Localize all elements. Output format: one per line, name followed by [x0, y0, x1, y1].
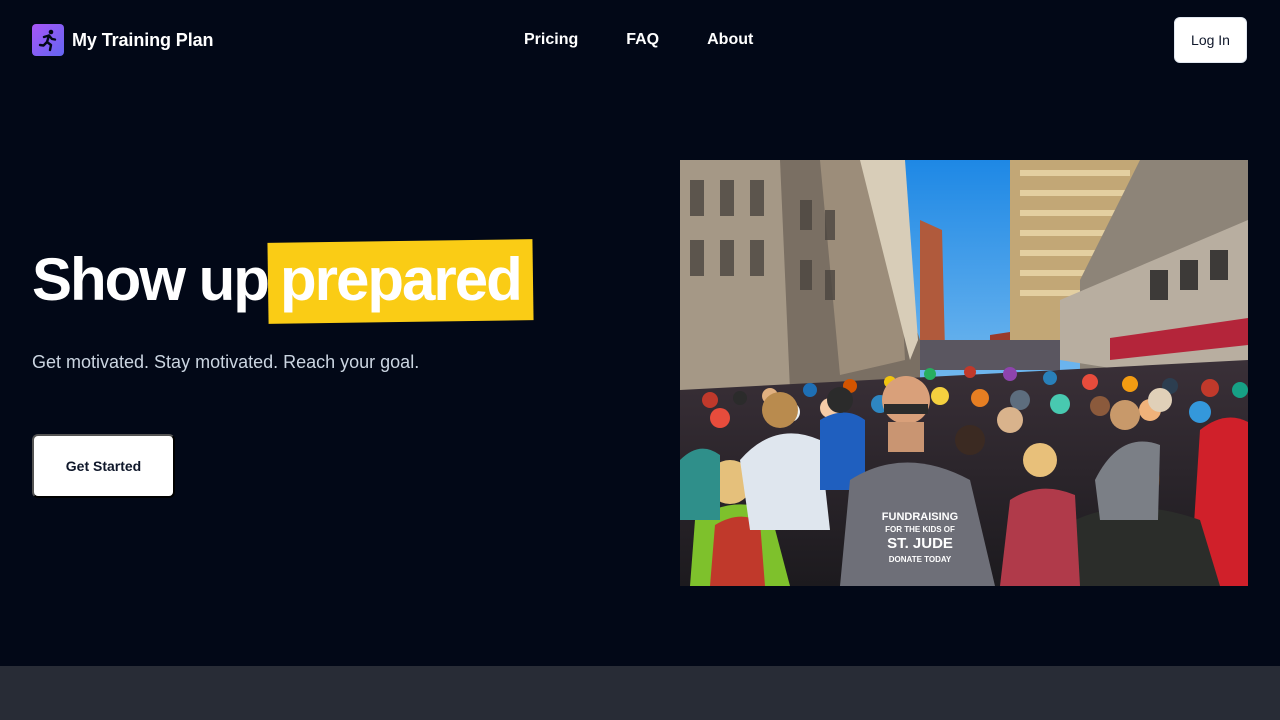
svg-text:FUNDRAISING: FUNDRAISING — [882, 511, 958, 523]
nav-link-pricing[interactable]: Pricing — [524, 30, 578, 50]
login-button[interactable]: Log In — [1174, 17, 1247, 63]
nav-link-faq[interactable]: FAQ — [626, 30, 659, 50]
hero-title-highlight-text: prepared — [279, 246, 523, 313]
hero-title-highlight: prepared — [267, 239, 534, 324]
site-header: My Training Plan Pricing FAQ About Log I… — [0, 0, 1280, 80]
hero-title-plain: Show up — [32, 246, 270, 313]
nav-link-about[interactable]: About — [707, 30, 753, 50]
main-nav: Pricing FAQ About — [524, 30, 753, 50]
svg-text:ST. JUDE: ST. JUDE — [887, 535, 953, 552]
brand-name: My Training Plan — [72, 29, 214, 50]
hero-image: FUNDRAISING FOR THE KIDS OF ST. JUDE DON… — [680, 160, 1248, 586]
svg-text:DONATE TODAY: DONATE TODAY — [889, 555, 952, 564]
hero-subtitle: Get motivated. Stay motivated. Reach you… — [32, 352, 420, 372]
runner-icon — [32, 24, 64, 56]
get-started-button[interactable]: Get Started — [32, 434, 175, 498]
svg-text:FOR THE KIDS OF: FOR THE KIDS OF — [885, 525, 955, 534]
brand-link[interactable]: My Training Plan — [32, 24, 214, 56]
footer-band — [0, 666, 1280, 720]
landing-page: My Training Plan Pricing FAQ About Log I… — [0, 0, 1280, 720]
hero-title: Show up prepared — [32, 239, 534, 324]
